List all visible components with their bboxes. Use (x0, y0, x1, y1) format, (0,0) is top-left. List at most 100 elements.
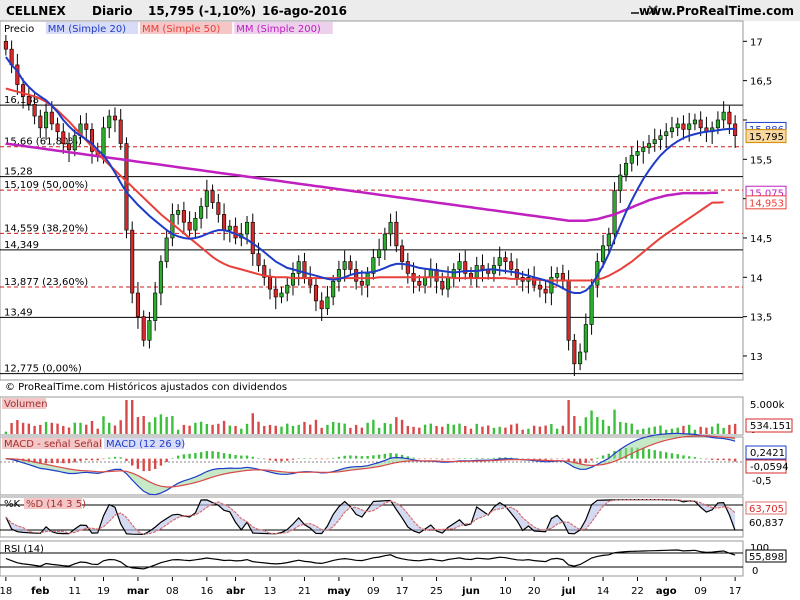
macd-bar-64 (372, 455, 375, 459)
x-tick-14: jun (461, 586, 480, 597)
candle-57 (331, 280, 336, 298)
volume-bar-30 (176, 429, 180, 434)
volume-bar-74 (429, 423, 432, 434)
volume-bar-54 (314, 419, 318, 434)
macd-bar-97 (561, 458, 565, 460)
macd-bar-84 (487, 458, 490, 459)
volume-bar-27 (159, 414, 163, 434)
x-tick-13: 25 (430, 586, 443, 597)
macd-bar-71 (412, 457, 415, 459)
volume-bar-66 (383, 422, 387, 434)
level-label-6: 13,877 (23,60%) (4, 277, 88, 288)
macd-bar-74 (429, 458, 432, 460)
x-tick-1: feb (31, 586, 49, 597)
candle-74 (428, 269, 433, 278)
volume-bar-11 (67, 427, 71, 434)
macd-bar-112 (647, 449, 651, 459)
candle-115 (664, 131, 669, 137)
level-label-4: 14,559 (38,20%) (4, 223, 88, 234)
macd-bar-72 (418, 458, 421, 460)
candle-14 (84, 123, 89, 130)
candle-105 (606, 233, 611, 247)
macd-bar-62 (360, 456, 364, 459)
x-tick-2: 11 (68, 586, 81, 597)
volume-bar-42 (245, 423, 249, 434)
macd-bar-102 (590, 458, 593, 461)
macd-bar-48 (280, 458, 283, 462)
candle-33 (193, 218, 198, 231)
macd-bar-26 (153, 458, 157, 469)
candle-19 (112, 115, 117, 121)
volume-bar-44 (257, 421, 260, 434)
macd-bar-113 (653, 450, 656, 459)
volume-bar-29 (171, 416, 174, 434)
macd-bar-55 (320, 458, 323, 460)
x-tick-3: 19 (97, 586, 110, 597)
candle-67 (388, 221, 393, 235)
macd-bar-52 (303, 458, 306, 459)
candle-26 (153, 292, 158, 321)
volume-bar-22 (130, 400, 134, 434)
candle-108 (624, 162, 629, 176)
price-panel: 16,18815,66 (61,80%)15,2815,109 (50,00%)… (0, 20, 787, 393)
macd-bar-81 (469, 458, 473, 459)
candle-126 (727, 111, 732, 125)
candle-5 (32, 103, 37, 117)
macd-bar-91 (527, 458, 530, 460)
price-legend: Precio MM (Simple 20) MM (Simple 50) MM (Si… (2, 22, 333, 35)
price-tick-8: 17 (750, 37, 763, 48)
macd-bar-75 (435, 458, 438, 460)
candle-32 (187, 221, 192, 231)
candle-110 (635, 151, 640, 156)
x-tick-8: 13 (264, 586, 277, 597)
candle-17 (101, 127, 106, 156)
macd-bar-28 (165, 458, 168, 462)
volume-bar-55 (320, 427, 323, 434)
candle-100 (578, 351, 583, 365)
macd-bar-63 (366, 456, 369, 459)
candle-25 (147, 320, 152, 341)
candle-88 (509, 261, 514, 270)
macd-bar-35 (205, 451, 209, 459)
volume-bar-2 (16, 420, 19, 434)
candle-112 (646, 143, 652, 148)
price-tick-0: 13 (750, 352, 763, 363)
volume-bar-41 (240, 428, 243, 434)
candle-37 (216, 202, 221, 215)
volume-bar-28 (165, 417, 168, 434)
macd-tick-neg: -0,5 (752, 476, 772, 487)
volume-bar-21 (125, 400, 128, 434)
macd-bar-121 (699, 458, 702, 459)
macd-bar-54 (314, 458, 318, 460)
macd-bar-94 (544, 458, 547, 460)
macd-bar-10 (62, 458, 65, 464)
candle-18 (107, 115, 112, 129)
volume-bar-108 (624, 422, 628, 434)
volume-bar-71 (412, 426, 415, 434)
volume-bar-46 (268, 424, 272, 434)
volume-bar-19 (113, 425, 117, 434)
candle-48 (279, 292, 284, 298)
volume-bar-36 (211, 424, 214, 434)
x-tick-21: 09 (694, 586, 707, 597)
candle-93 (537, 284, 542, 290)
x-tick-11: 09 (367, 586, 380, 597)
volume-bar-68 (395, 417, 398, 434)
volume-bar-72 (418, 427, 421, 434)
volume-bar-3 (21, 422, 25, 434)
candle-38 (222, 214, 227, 231)
macd-bar-118 (682, 455, 685, 459)
volume-bar-39 (228, 425, 232, 434)
candle-24 (141, 316, 146, 341)
volume-bar-62 (360, 427, 364, 434)
x-tick-5: 08 (166, 586, 179, 597)
volume-bar-94 (544, 425, 547, 434)
site-link[interactable]: www.ProRealTime.com (639, 4, 794, 18)
volume-bar-51 (297, 424, 300, 434)
volume-bar-26 (153, 417, 157, 434)
macd-bar-53 (309, 458, 312, 459)
macd-bar-78 (452, 458, 455, 460)
candle-40 (233, 225, 238, 239)
macd-bar-96 (555, 458, 559, 460)
volume-bar-64 (372, 419, 375, 434)
